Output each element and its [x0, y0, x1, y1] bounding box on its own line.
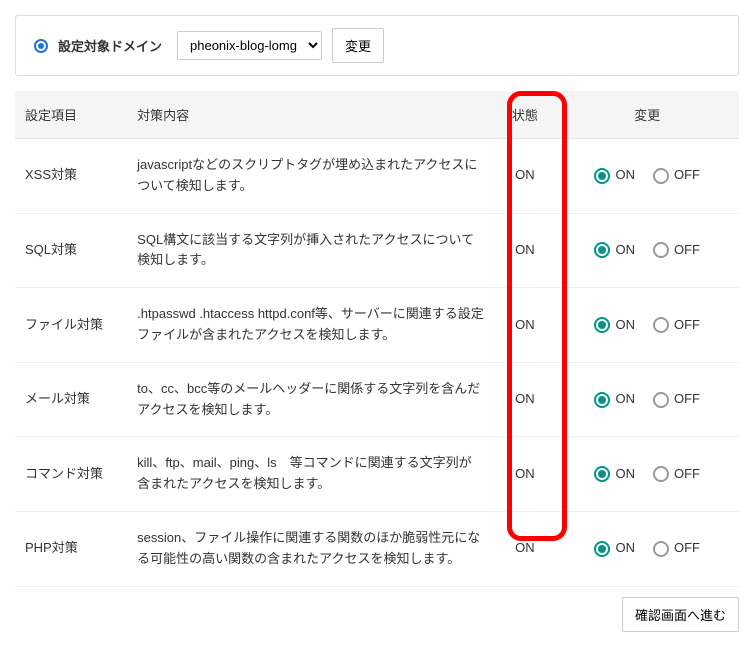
domain-change-button[interactable]: 変更 [332, 28, 384, 63]
row-change: ON OFF [555, 437, 739, 512]
radio-off[interactable]: OFF [653, 240, 700, 261]
radio-off[interactable]: OFF [653, 165, 700, 186]
radio-on[interactable]: ON [594, 538, 635, 559]
header-desc: 対策内容 [127, 91, 494, 139]
domain-select[interactable]: pheonix-blog-lomg [177, 31, 322, 60]
radio-icon [594, 466, 610, 482]
row-item: メール対策 [15, 362, 127, 437]
settings-table-wrapper: 設定項目 対策内容 状態 変更 XSS対策javascriptなどのスクリプトタ… [15, 91, 739, 587]
radio-icon [594, 242, 610, 258]
radio-off-label: OFF [674, 389, 700, 410]
domain-selector-panel: 設定対象ドメイン pheonix-blog-lomg 変更 [15, 15, 739, 76]
domain-radio-icon [34, 39, 48, 53]
radio-on[interactable]: ON [594, 464, 635, 485]
header-state: 状態 [494, 91, 555, 139]
settings-table: 設定項目 対策内容 状態 変更 XSS対策javascriptなどのスクリプトタ… [15, 91, 739, 587]
row-item: SQL対策 [15, 213, 127, 288]
domain-label: 設定対象ドメイン [58, 36, 162, 55]
row-desc: session、ファイル操作に関連する関数のほか脆弱性元になる可能性の高い関数の… [127, 511, 494, 586]
row-item: コマンド対策 [15, 437, 127, 512]
radio-group: ON OFF [565, 538, 729, 559]
radio-on[interactable]: ON [594, 165, 635, 186]
radio-on-label: ON [615, 165, 635, 186]
header-change: 変更 [555, 91, 739, 139]
radio-group: ON OFF [565, 315, 729, 336]
radio-group: ON OFF [565, 464, 729, 485]
row-change: ON OFF [555, 511, 739, 586]
row-state: ON [494, 139, 555, 214]
row-item: PHP対策 [15, 511, 127, 586]
radio-icon [594, 317, 610, 333]
row-desc: to、cc、bcc等のメールヘッダーに関係する文字列を含んだアクセスを検知します… [127, 362, 494, 437]
table-row: コマンド対策kill、ftp、mail、ping、ls 等コマンドに関連する文字… [15, 437, 739, 512]
radio-icon [653, 466, 669, 482]
radio-off[interactable]: OFF [653, 389, 700, 410]
radio-icon [594, 541, 610, 557]
row-state: ON [494, 437, 555, 512]
radio-icon [594, 392, 610, 408]
radio-icon [653, 317, 669, 333]
row-change: ON OFF [555, 288, 739, 363]
radio-on-label: ON [615, 240, 635, 261]
radio-off-label: OFF [674, 538, 700, 559]
confirm-button[interactable]: 確認画面へ進む [622, 597, 739, 632]
footer: 確認画面へ進む [15, 597, 739, 632]
radio-icon [653, 168, 669, 184]
row-state: ON [494, 213, 555, 288]
row-desc: javascriptなどのスクリプトタグが埋め込まれたアクセスについて検知します… [127, 139, 494, 214]
radio-icon [653, 392, 669, 408]
radio-on-label: ON [615, 315, 635, 336]
table-row: SQL対策SQL構文に該当する文字列が挿入されたアクセスについて検知します。ON… [15, 213, 739, 288]
table-row: ファイル対策.htpasswd .htaccess httpd.conf等、サー… [15, 288, 739, 363]
radio-off[interactable]: OFF [653, 315, 700, 336]
row-desc: SQL構文に該当する文字列が挿入されたアクセスについて検知します。 [127, 213, 494, 288]
table-row: XSS対策javascriptなどのスクリプトタグが埋め込まれたアクセスについて… [15, 139, 739, 214]
row-change: ON OFF [555, 362, 739, 437]
radio-off-label: OFF [674, 240, 700, 261]
table-row: PHP対策session、ファイル操作に関連する関数のほか脆弱性元になる可能性の… [15, 511, 739, 586]
radio-off-label: OFF [674, 315, 700, 336]
radio-on[interactable]: ON [594, 389, 635, 410]
radio-icon [594, 168, 610, 184]
header-item: 設定項目 [15, 91, 127, 139]
radio-off-label: OFF [674, 165, 700, 186]
radio-on-label: ON [615, 464, 635, 485]
row-state: ON [494, 511, 555, 586]
radio-icon [653, 541, 669, 557]
row-change: ON OFF [555, 139, 739, 214]
radio-on[interactable]: ON [594, 315, 635, 336]
radio-on[interactable]: ON [594, 240, 635, 261]
radio-group: ON OFF [565, 389, 729, 410]
radio-off[interactable]: OFF [653, 538, 700, 559]
radio-icon [653, 242, 669, 258]
radio-on-label: ON [615, 389, 635, 410]
radio-group: ON OFF [565, 165, 729, 186]
table-row: メール対策to、cc、bcc等のメールヘッダーに関係する文字列を含んだアクセスを… [15, 362, 739, 437]
table-header-row: 設定項目 対策内容 状態 変更 [15, 91, 739, 139]
row-change: ON OFF [555, 213, 739, 288]
row-item: XSS対策 [15, 139, 127, 214]
radio-on-label: ON [615, 538, 635, 559]
row-desc: .htpasswd .htaccess httpd.conf等、サーバーに関連す… [127, 288, 494, 363]
radio-off-label: OFF [674, 464, 700, 485]
row-state: ON [494, 288, 555, 363]
row-desc: kill、ftp、mail、ping、ls 等コマンドに関連する文字列が含まれた… [127, 437, 494, 512]
radio-off[interactable]: OFF [653, 464, 700, 485]
row-item: ファイル対策 [15, 288, 127, 363]
radio-group: ON OFF [565, 240, 729, 261]
row-state: ON [494, 362, 555, 437]
